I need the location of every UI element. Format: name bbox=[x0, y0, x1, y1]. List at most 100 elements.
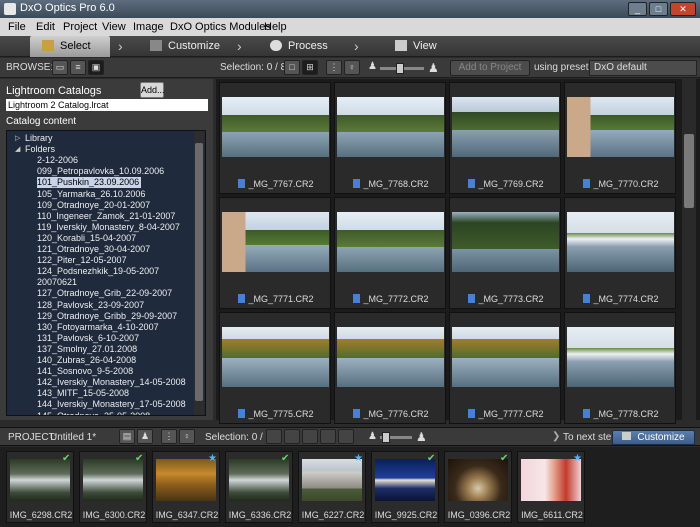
thumbnail-image[interactable] bbox=[452, 212, 559, 272]
collapse-arrow-icon[interactable]: ◢ bbox=[15, 144, 20, 155]
thumbnail-cell[interactable]: _MG_7776.CR2 bbox=[334, 312, 446, 424]
project-pin-icon[interactable]: ♀ bbox=[179, 429, 195, 444]
thumbnail-image[interactable] bbox=[337, 212, 444, 272]
tree-folder-item[interactable]: 130_Fotoyarmarka_4-10-2007 bbox=[37, 322, 159, 333]
tree-folder-item[interactable]: 109_Otradnoye_20-01-2007 bbox=[37, 200, 150, 211]
maximize-button[interactable]: □ bbox=[649, 2, 668, 16]
thumbnail-cell[interactable]: _MG_7778.CR2 bbox=[564, 312, 676, 424]
folder-view-button[interactable]: ▭ bbox=[52, 60, 68, 75]
project-tool-5[interactable] bbox=[338, 429, 354, 444]
add-to-project-button[interactable]: Add to Project bbox=[450, 60, 530, 76]
menu-file[interactable]: File bbox=[8, 21, 26, 33]
menu-view[interactable]: View bbox=[102, 21, 126, 33]
tree-folder-item[interactable]: 131_Pavlovsk_6-10-2007 bbox=[37, 333, 139, 344]
tree-folder-item[interactable]: 129_Otradnoye_Gribb_29-09-2007 bbox=[37, 311, 177, 322]
project-person-icon[interactable]: ♟ bbox=[137, 429, 153, 444]
thumbnail-cell[interactable]: _MG_7773.CR2 bbox=[449, 197, 561, 309]
thumbnail-cell[interactable]: _MG_7775.CR2 bbox=[219, 312, 331, 424]
tree-folder-item[interactable]: 110_Ingeneer_Zamok_21-01-2007 bbox=[37, 211, 175, 222]
grid-view-icon[interactable]: ⊞ bbox=[302, 60, 318, 75]
tab-process[interactable]: Process bbox=[270, 36, 350, 57]
project-tool-2[interactable] bbox=[284, 429, 300, 444]
filter-icon[interactable]: ⋮ bbox=[326, 60, 342, 75]
tree-folder-item[interactable]: 141_Sosnovo_9-5-2008 bbox=[37, 366, 133, 377]
project-tool-3[interactable] bbox=[302, 429, 318, 444]
tree-folder-item[interactable]: 2-12-2006 bbox=[37, 155, 78, 166]
scroll-thumb[interactable] bbox=[195, 143, 203, 401]
slider-handle[interactable] bbox=[396, 63, 404, 74]
thumbnail-image[interactable] bbox=[222, 327, 329, 387]
filmstrip-item[interactable]: ✔ IMG_6336.CR2 bbox=[225, 451, 293, 523]
tree-folder-item[interactable]: 120_Korabli_15-04-2007 bbox=[37, 233, 136, 244]
tab-select[interactable]: Select bbox=[30, 36, 110, 57]
filmstrip-item[interactable]: ★ IMG_6611.CR2 bbox=[517, 451, 585, 523]
tab-view[interactable]: View bbox=[395, 36, 455, 57]
filmstrip-image[interactable] bbox=[83, 459, 143, 501]
tree-folder-item[interactable]: 143_MITF_15-05-2008 bbox=[37, 388, 129, 399]
tree-node[interactable]: ◢ Folders bbox=[15, 144, 55, 155]
menu-image[interactable]: Image bbox=[133, 21, 164, 33]
catalog-field[interactable]: Lightroom 2 Catalog.lrcat bbox=[6, 99, 208, 111]
filmstrip-item[interactable]: ✔ IMG_9925.CR2 bbox=[371, 451, 439, 523]
project-tool-1[interactable] bbox=[266, 429, 282, 444]
filmstrip-image[interactable] bbox=[375, 459, 435, 501]
filmstrip-item[interactable]: ✔ IMG_6300.CR2 bbox=[79, 451, 147, 523]
thumbnail-cell[interactable]: _MG_7769.CR2 bbox=[449, 82, 561, 194]
browser-scrollbar[interactable] bbox=[682, 79, 696, 420]
tree-node[interactable]: ▷ Library bbox=[15, 133, 53, 144]
project-filter-icon[interactable]: ⋮ bbox=[161, 429, 177, 444]
tree-folder-item[interactable]: 137_Smolny_27.01.2008 bbox=[37, 344, 137, 355]
menu-dxo-optics-modules[interactable]: DxO Optics Modules bbox=[170, 21, 271, 33]
filmstrip-item[interactable]: ✔ IMG_6298.CR2 bbox=[6, 451, 74, 523]
filmstrip-image[interactable] bbox=[448, 459, 508, 501]
thumbnail-image[interactable] bbox=[337, 97, 444, 157]
next-step-label[interactable]: To next step bbox=[563, 432, 617, 443]
pin-icon[interactable]: ♀ bbox=[344, 60, 360, 75]
thumbnail-image[interactable] bbox=[567, 97, 674, 157]
close-button[interactable]: ✕ bbox=[670, 2, 696, 16]
thumbnail-image[interactable] bbox=[567, 327, 674, 387]
thumbnail-image[interactable] bbox=[452, 327, 559, 387]
preset-select[interactable]: DxO default bbox=[589, 60, 697, 76]
menu-edit[interactable]: Edit bbox=[36, 21, 55, 33]
thumbnail-image[interactable] bbox=[222, 97, 329, 157]
thumbnail-cell[interactable]: _MG_7777.CR2 bbox=[449, 312, 561, 424]
filmstrip-image[interactable] bbox=[156, 459, 216, 501]
filmstrip-item[interactable]: ✔ IMG_0396.CR2 bbox=[444, 451, 512, 523]
filmstrip-image[interactable] bbox=[229, 459, 289, 501]
tree-folder-item[interactable]: 127_Otradnoye_Grib_22-09-2007 bbox=[37, 288, 172, 299]
tab-customize[interactable]: Customize bbox=[150, 36, 230, 57]
filmstrip-image[interactable] bbox=[10, 459, 70, 501]
list-view-button[interactable]: ≡ bbox=[70, 60, 86, 75]
thumbnail-image[interactable] bbox=[452, 97, 559, 157]
filmstrip-item[interactable]: ★ IMG_6347.CR2 bbox=[152, 451, 220, 523]
project-tool-4[interactable] bbox=[320, 429, 336, 444]
filmstrip-item[interactable]: ★ IMG_6227.CR2 bbox=[298, 451, 366, 523]
tree-folder-item[interactable]: 140_Zubras_26-04-2008 bbox=[37, 355, 136, 366]
tree-folder-item[interactable]: 101_Pushkin_23.09.2006 bbox=[37, 177, 142, 189]
thumbnail-image[interactable] bbox=[222, 212, 329, 272]
thumbnail-cell[interactable]: _MG_7770.CR2 bbox=[564, 82, 676, 194]
thumbnail-cell[interactable]: _MG_7771.CR2 bbox=[219, 197, 331, 309]
add-catalog-button[interactable]: Add... bbox=[140, 82, 165, 98]
expand-arrow-icon[interactable]: ▷ bbox=[15, 133, 20, 144]
tree-folder-item[interactable]: 142_Iverskiy_Monastery_14-05-2008 bbox=[37, 377, 186, 388]
tree-folder-item[interactable]: 122_Piter_12-05-2007 bbox=[37, 255, 127, 266]
minimize-button[interactable]: _ bbox=[628, 2, 647, 16]
thumbnail-cell[interactable]: _MG_7767.CR2 bbox=[219, 82, 331, 194]
tree-scrollbar[interactable] bbox=[194, 131, 204, 415]
tree-folder-item[interactable]: 128_Pavlovsk_23-09-2007 bbox=[37, 300, 144, 311]
filmstrip-image[interactable] bbox=[302, 459, 362, 501]
scroll-thumb[interactable] bbox=[684, 134, 694, 208]
thumbnail-cell[interactable]: _MG_7768.CR2 bbox=[334, 82, 446, 194]
thumbnail-cell[interactable]: _MG_7772.CR2 bbox=[334, 197, 446, 309]
thumbnail-cell[interactable]: _MG_7774.CR2 bbox=[564, 197, 676, 309]
project-folder-icon[interactable]: ▤ bbox=[119, 429, 135, 444]
tree-folder-item[interactable]: 124_Podsnezhkik_19-05-2007 bbox=[37, 266, 159, 277]
tree-folder-item[interactable]: 105_Yarmarka_26.10.2006 bbox=[37, 189, 145, 200]
slider-handle[interactable] bbox=[382, 432, 390, 443]
tree-folder-item[interactable]: 20070621 bbox=[37, 277, 77, 288]
filmstrip-image[interactable] bbox=[521, 459, 581, 501]
customize-button[interactable]: Customize bbox=[612, 430, 695, 445]
thumbnail-image[interactable] bbox=[337, 327, 444, 387]
